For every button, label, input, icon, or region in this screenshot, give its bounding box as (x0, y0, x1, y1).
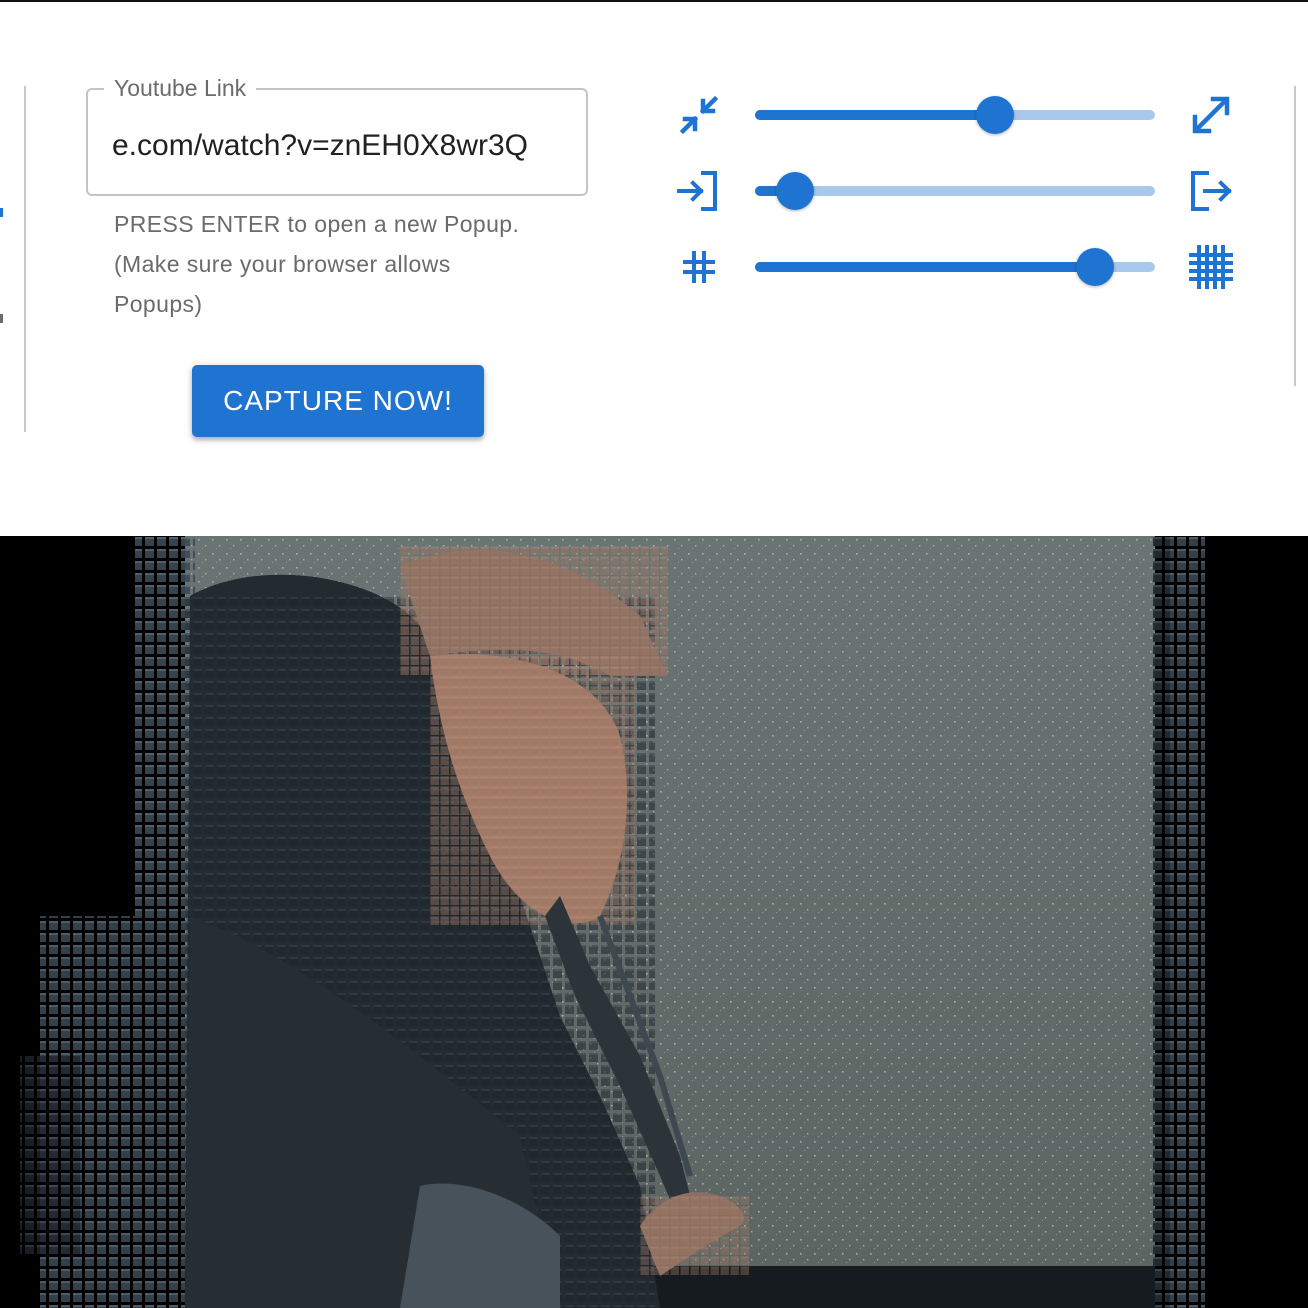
capture-now-button[interactable]: CAPTURE NOW! (192, 365, 484, 437)
expand-arrows-icon[interactable] (1187, 91, 1235, 139)
youtube-link-field[interactable]: Youtube Link (86, 73, 588, 196)
slider-thumb[interactable] (976, 96, 1014, 134)
slider-rail (755, 186, 1155, 196)
left-divider (24, 86, 26, 432)
control-panel: Youtube Link PRESS ENTER to open a new P… (0, 2, 1308, 536)
helper-line: PRESS ENTER to open a new Popup. (114, 211, 520, 237)
left-edge-marker (0, 314, 3, 323)
login-icon[interactable] (675, 167, 723, 215)
slider-thumb[interactable] (1076, 248, 1114, 286)
logout-icon[interactable] (1187, 167, 1235, 215)
scale-slider[interactable] (755, 95, 1155, 135)
youtube-link-input[interactable] (112, 126, 572, 166)
slider-thumb[interactable] (776, 172, 814, 210)
helper-line: Popups) (114, 291, 203, 317)
small-grid-icon[interactable] (675, 243, 723, 291)
density-slider[interactable] (755, 247, 1155, 287)
slider-track (755, 262, 1095, 272)
pixelated-video-render (20, 536, 1205, 1308)
video-canvas (0, 536, 1308, 1308)
right-divider (1294, 86, 1296, 386)
large-grid-icon[interactable] (1187, 243, 1235, 291)
slider-track (755, 110, 995, 120)
depth-slider[interactable] (755, 171, 1155, 211)
helper-line: (Make sure your browser allows (114, 251, 451, 277)
compress-arrows-icon[interactable] (675, 91, 723, 139)
left-edge-marker (0, 208, 3, 217)
youtube-link-label: Youtube Link (104, 73, 257, 103)
helper-text: PRESS ENTER to open a new Popup. (Make s… (114, 204, 594, 324)
